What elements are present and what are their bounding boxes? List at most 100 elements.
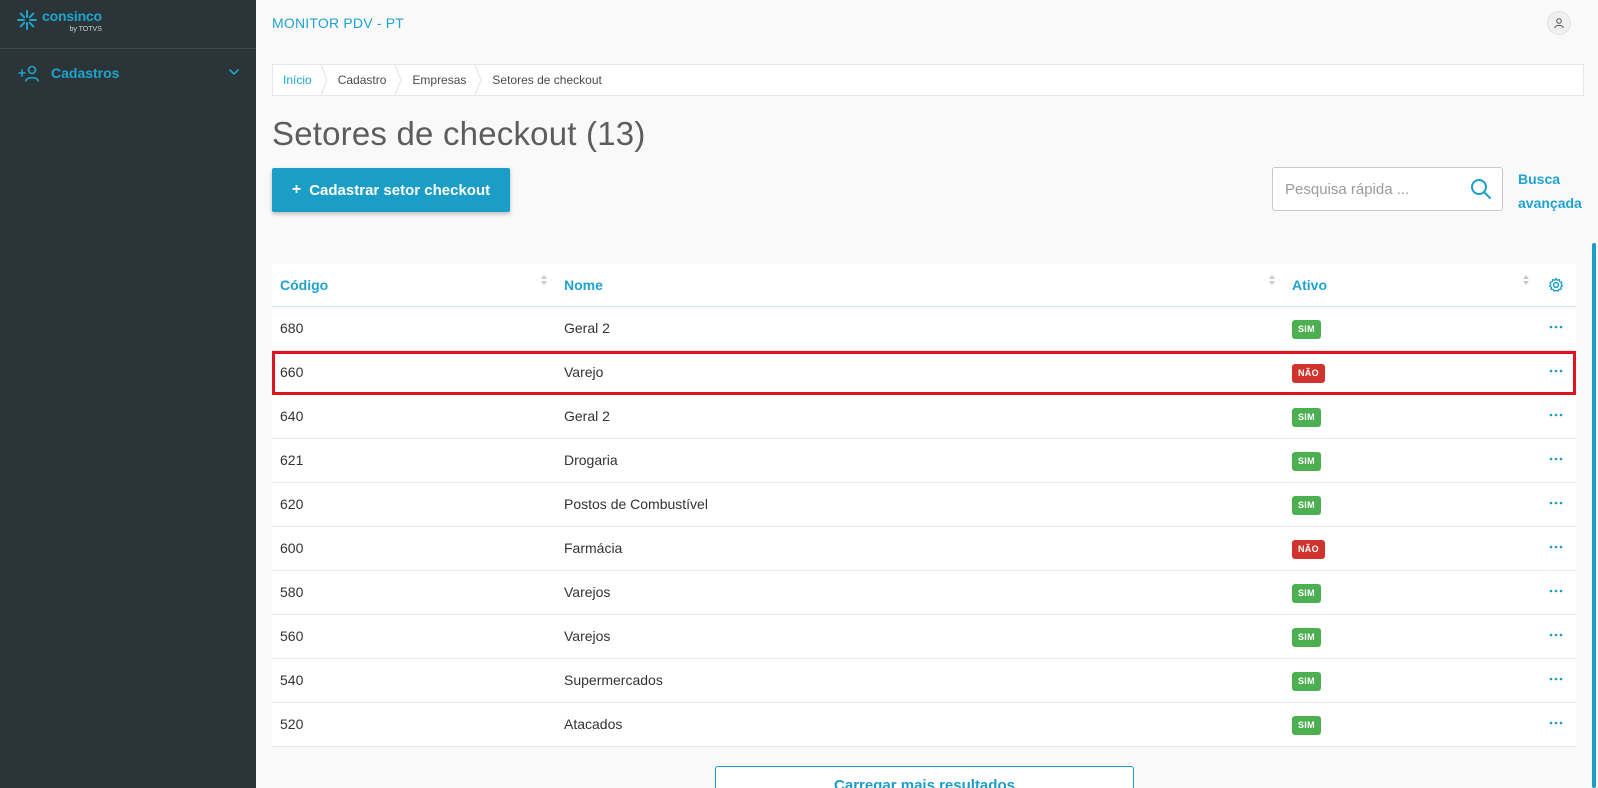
brand-name: consinco (42, 8, 102, 24)
breadcrumb-separator-icon (394, 65, 402, 95)
load-more-button[interactable]: Carregar mais resultados (715, 766, 1134, 788)
table-row[interactable]: 520 Atacados SIM (272, 703, 1576, 747)
column-header-label: Código (280, 277, 329, 293)
sort-icon[interactable] (540, 274, 548, 286)
brand-sub: by TOTVS (69, 26, 102, 33)
breadcrumb-current: Setores de checkout (482, 65, 617, 95)
sidebar-item-cadastros[interactable]: Cadastros (18, 60, 240, 86)
status-badge: SIM (1292, 584, 1321, 603)
add-checkout-sector-button[interactable]: + Cadastrar setor checkout (272, 168, 510, 212)
breadcrumb-cadastro[interactable]: Cadastro (328, 65, 403, 95)
status-badge: SIM (1292, 672, 1321, 691)
breadcrumb-separator-icon (320, 65, 328, 95)
quick-search (1272, 167, 1503, 211)
cell-codigo: 540 (280, 672, 304, 688)
more-options-icon[interactable] (1548, 539, 1564, 555)
advanced-search-label-line1: Busca (1518, 171, 1561, 187)
cell-codigo: 520 (280, 716, 304, 732)
sidebar-divider (0, 48, 256, 49)
cell-nome: Atacados (564, 716, 623, 732)
cell-nome: Varejo (564, 364, 604, 380)
more-options-icon[interactable] (1548, 319, 1564, 335)
cell-codigo: 620 (280, 496, 304, 512)
checkout-sectors-table: Código Nome Ativo 680 Geral 2 SIM 660 Varejo… (272, 264, 1576, 747)
sidebar: consinco by TOTVS Cadastros (0, 0, 256, 788)
status-badge: SIM (1292, 452, 1321, 471)
more-options-icon[interactable] (1548, 583, 1564, 599)
user-icon (1554, 18, 1564, 29)
gear-icon[interactable] (1548, 277, 1564, 293)
cell-codigo: 580 (280, 584, 304, 600)
cell-codigo: 621 (280, 452, 304, 468)
consinco-logo-icon (17, 10, 37, 30)
more-options-icon[interactable] (1548, 627, 1564, 643)
scrollbar[interactable] (1592, 243, 1596, 788)
table-row[interactable]: 560 Varejos SIM (272, 615, 1576, 659)
add-user-icon (18, 65, 39, 82)
breadcrumb-label: Cadastro (337, 73, 387, 87)
breadcrumb-label: Setores de checkout (492, 73, 602, 87)
cell-nome: Varejos (564, 584, 611, 600)
table-body: 680 Geral 2 SIM 660 Varejo NÃO 640 Geral 2 SIM 62… (272, 307, 1576, 747)
sort-icon[interactable] (1268, 274, 1276, 286)
breadcrumb: Início Cadastro Empresas Setores de chec… (272, 64, 1584, 96)
user-menu-button[interactable] (1547, 11, 1571, 35)
more-options-icon[interactable] (1548, 671, 1564, 687)
cell-nome: Supermercados (564, 672, 663, 688)
sort-icon[interactable] (1522, 274, 1530, 286)
status-badge: SIM (1292, 628, 1321, 647)
column-header-ativo[interactable]: Ativo (1292, 264, 1512, 307)
cell-nome: Drogaria (564, 452, 618, 468)
breadcrumb-label: Início (283, 73, 312, 87)
cell-codigo: 640 (280, 408, 304, 424)
brand-logo[interactable]: consinco by TOTVS (16, 8, 102, 40)
column-header-label: Nome (564, 277, 603, 293)
more-options-icon[interactable] (1548, 407, 1564, 423)
status-badge: NÃO (1292, 540, 1325, 559)
status-badge: SIM (1292, 320, 1321, 339)
table-row[interactable]: 660 Varejo NÃO (272, 351, 1576, 395)
table-row[interactable]: 640 Geral 2 SIM (272, 395, 1576, 439)
status-badge: SIM (1292, 716, 1321, 735)
cell-nome: Varejos (564, 628, 611, 644)
cell-codigo: 600 (280, 540, 304, 556)
table-row[interactable]: 621 Drogaria SIM (272, 439, 1576, 483)
cell-nome: Farmácia (564, 540, 623, 556)
add-button-label: Cadastrar setor checkout (309, 181, 491, 199)
table-row[interactable]: 620 Postos de Combustível SIM (272, 483, 1576, 527)
plus-icon: + (291, 181, 302, 198)
status-badge: NÃO (1292, 364, 1325, 383)
column-header-label: Ativo (1292, 277, 1327, 293)
status-badge: SIM (1292, 496, 1321, 515)
cell-codigo: 560 (280, 628, 304, 644)
cell-nome: Geral 2 (564, 320, 610, 336)
column-header-codigo[interactable]: Código (280, 264, 550, 307)
breadcrumb-empresas[interactable]: Empresas (402, 65, 482, 95)
breadcrumb-label: Empresas (412, 73, 467, 87)
search-icon[interactable] (1470, 178, 1492, 200)
status-badge: SIM (1292, 408, 1321, 427)
table-row[interactable]: 540 Supermercados SIM (272, 659, 1576, 703)
table-row[interactable]: 680 Geral 2 SIM (272, 307, 1576, 351)
cell-codigo: 680 (280, 320, 304, 336)
advanced-search-label-line2: avançada (1518, 195, 1582, 211)
cell-nome: Postos de Combustível (564, 496, 708, 512)
search-input[interactable] (1285, 178, 1455, 200)
more-options-icon[interactable] (1548, 715, 1564, 731)
cell-nome: Geral 2 (564, 408, 610, 424)
breadcrumb-separator-icon (474, 65, 482, 95)
table-header: Código Nome Ativo (272, 264, 1576, 307)
more-options-icon[interactable] (1548, 495, 1564, 511)
more-options-icon[interactable] (1548, 363, 1564, 379)
column-header-nome[interactable]: Nome (564, 264, 1254, 307)
cell-codigo: 660 (280, 364, 304, 380)
app-title: MONITOR PDV - PT (272, 15, 405, 31)
table-row[interactable]: 600 Farmácia NÃO (272, 527, 1576, 571)
more-options-icon[interactable] (1548, 451, 1564, 467)
advanced-search-link[interactable]: Busca avançada (1518, 167, 1588, 215)
chevron-down-icon[interactable] (228, 66, 240, 78)
sidebar-item-label: Cadastros (51, 65, 120, 81)
breadcrumb-inicio[interactable]: Início (273, 65, 328, 95)
table-row[interactable]: 580 Varejos SIM (272, 571, 1576, 615)
page-title: Setores de checkout (13) (272, 115, 646, 152)
